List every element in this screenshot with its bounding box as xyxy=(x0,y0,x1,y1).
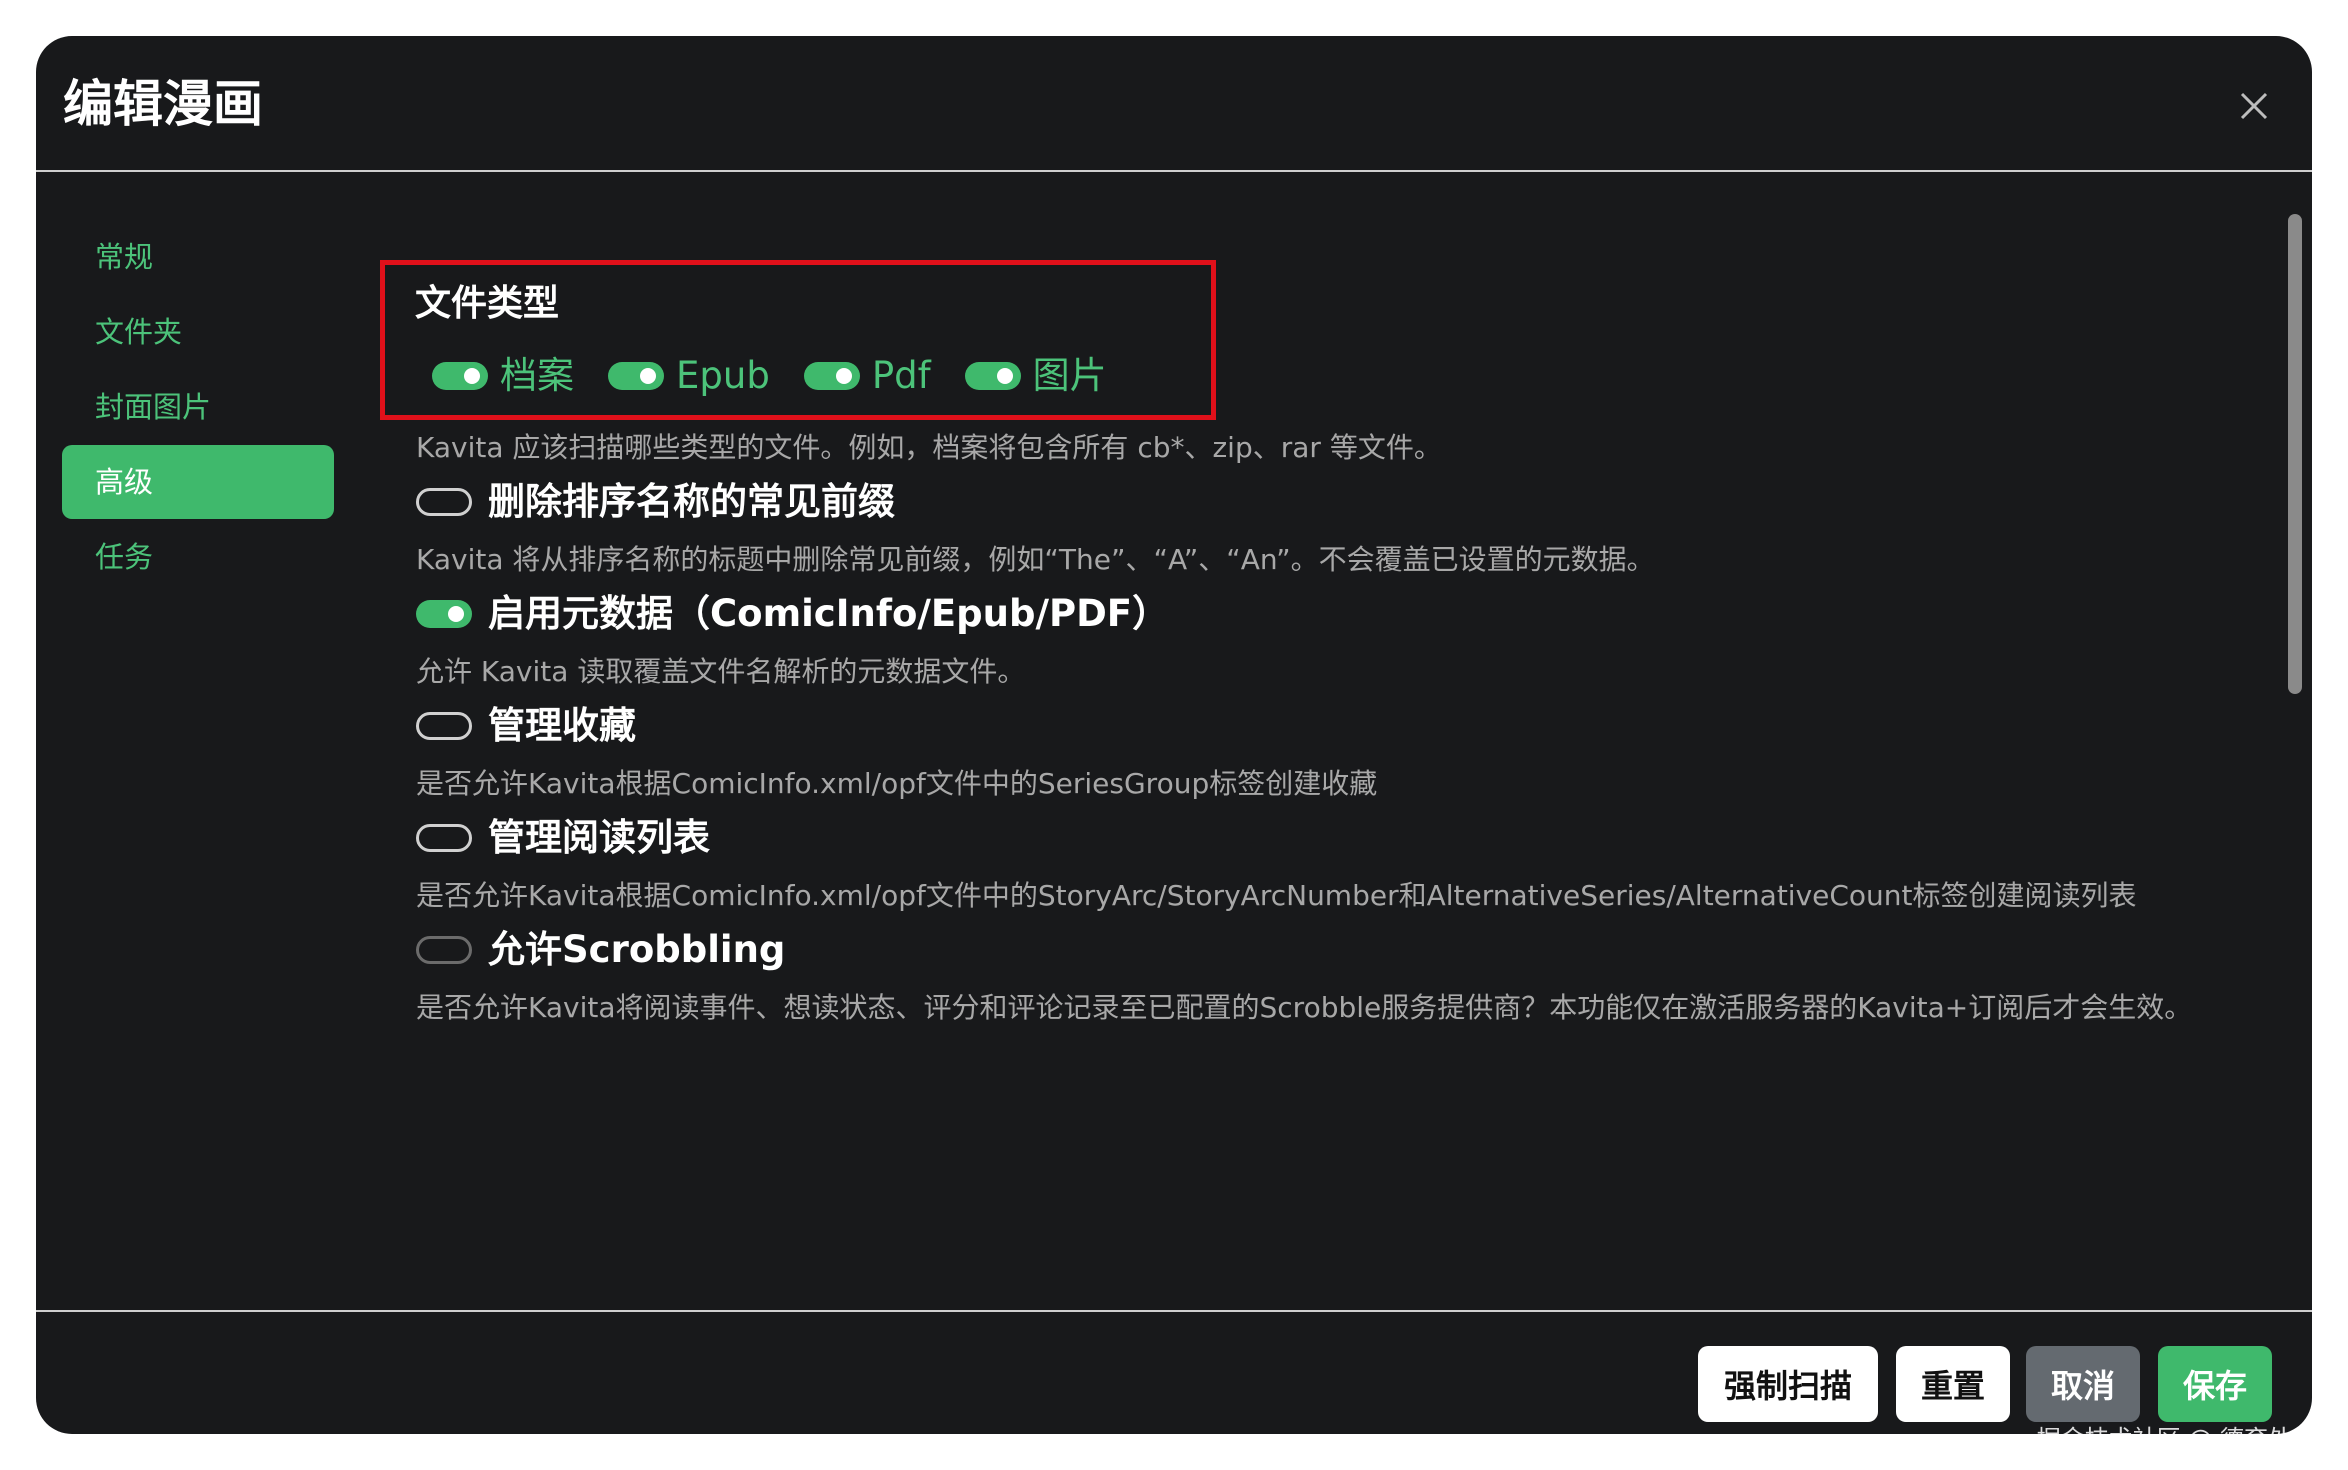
watermark-text: 掘金技术社区 @ 德育处主任 xyxy=(2036,1425,2340,1453)
setting-help: Kavita 将从排序名称的标题中删除常见前缀，例如“The”、“A”、“An”… xyxy=(416,543,1655,576)
setting-help: 是否允许Kavita将阅读事件、想读状态、评分和评论记录至已配置的Scrobbl… xyxy=(416,991,2193,1024)
manage-reading-lists-toggle[interactable] xyxy=(416,824,472,852)
cancel-button[interactable]: 取消 xyxy=(2026,1346,2140,1422)
images-toggle[interactable] xyxy=(964,362,1021,390)
modal-footer: 强制扫描 重置 取消 保存 xyxy=(36,1310,2312,1434)
setting-help: 允许 Kavita 读取覆盖文件名解析的元数据文件。 xyxy=(416,655,1026,688)
setting-manage-collections: 管理收藏 xyxy=(416,702,636,750)
file-type-epub[interactable]: Epub xyxy=(608,352,770,400)
setting-label: 管理收藏 xyxy=(488,704,636,747)
file-types-help: Kavita 应该扫描哪些类型的文件。例如，档案将包含所有 cb*、zip、ra… xyxy=(416,431,1442,464)
sidebar-item-general[interactable]: 常规 xyxy=(62,220,334,294)
reset-button[interactable]: 重置 xyxy=(1896,1346,2010,1422)
file-types-group: 档案 Epub Pdf 图片 xyxy=(432,352,1141,400)
allow-scrobbling-toggle[interactable] xyxy=(416,936,472,964)
content-scrollbar[interactable] xyxy=(2288,214,2302,694)
file-type-images[interactable]: 图片 xyxy=(964,352,1107,400)
save-button[interactable]: 保存 xyxy=(2158,1346,2272,1422)
setting-help: 是否允许Kavita根据ComicInfo.xml/opf文件中的SeriesG… xyxy=(416,767,1378,800)
setting-enable-metadata: 启用元数据（ComicInfo/Epub/PDF） xyxy=(416,590,1169,638)
pdf-toggle[interactable] xyxy=(803,362,860,390)
modal-title: 编辑漫画 xyxy=(63,75,263,133)
file-type-label: Epub xyxy=(676,354,770,397)
edit-series-modal: 编辑漫画 常规 文件夹 封面图片 高级 任务 文件类型 档案 Epub Pdf … xyxy=(36,36,2312,1434)
close-button[interactable] xyxy=(2226,78,2282,134)
file-type-label: 图片 xyxy=(1032,354,1107,397)
setting-help: 是否允许Kavita根据ComicInfo.xml/opf文件中的StoryAr… xyxy=(416,879,2137,912)
setting-label: 允许Scrobbling xyxy=(488,928,786,971)
file-type-archive[interactable]: 档案 xyxy=(432,352,574,400)
force-scan-button[interactable]: 强制扫描 xyxy=(1698,1346,1878,1422)
archive-toggle[interactable] xyxy=(432,362,488,390)
sidebar-item-tasks[interactable]: 任务 xyxy=(62,520,334,594)
enable-metadata-toggle[interactable] xyxy=(416,600,472,628)
file-type-label: Pdf xyxy=(871,354,931,397)
remove-prefixes-toggle[interactable] xyxy=(416,488,472,516)
setting-label: 管理阅读列表 xyxy=(488,816,710,859)
manage-collections-toggle[interactable] xyxy=(416,712,472,740)
modal-header: 编辑漫画 xyxy=(36,36,2312,172)
file-type-label: 档案 xyxy=(500,354,574,397)
sidebar-item-advanced[interactable]: 高级 xyxy=(62,445,334,519)
file-types-title: 文件类型 xyxy=(415,283,560,324)
sidebar-item-cover-image[interactable]: 封面图片 xyxy=(62,370,334,444)
close-icon xyxy=(2240,92,2268,120)
setting-manage-reading-lists: 管理阅读列表 xyxy=(416,814,710,862)
epub-toggle[interactable] xyxy=(608,362,664,390)
advanced-settings-panel: 文件类型 档案 Epub Pdf 图片 Kavita 应该扫描哪些类型的文件。例… xyxy=(380,176,2210,1338)
setting-remove-prefixes: 删除排序名称的常见前缀 xyxy=(416,478,895,526)
setting-label: 启用元数据（ComicInfo/Epub/PDF） xyxy=(488,592,1170,635)
settings-sidebar: 常规 文件夹 封面图片 高级 任务 xyxy=(62,220,334,595)
setting-label: 删除排序名称的常见前缀 xyxy=(488,480,895,523)
setting-allow-scrobbling: 允许Scrobbling xyxy=(416,926,785,974)
file-type-pdf[interactable]: Pdf xyxy=(803,352,931,400)
sidebar-item-folders[interactable]: 文件夹 xyxy=(62,295,334,369)
